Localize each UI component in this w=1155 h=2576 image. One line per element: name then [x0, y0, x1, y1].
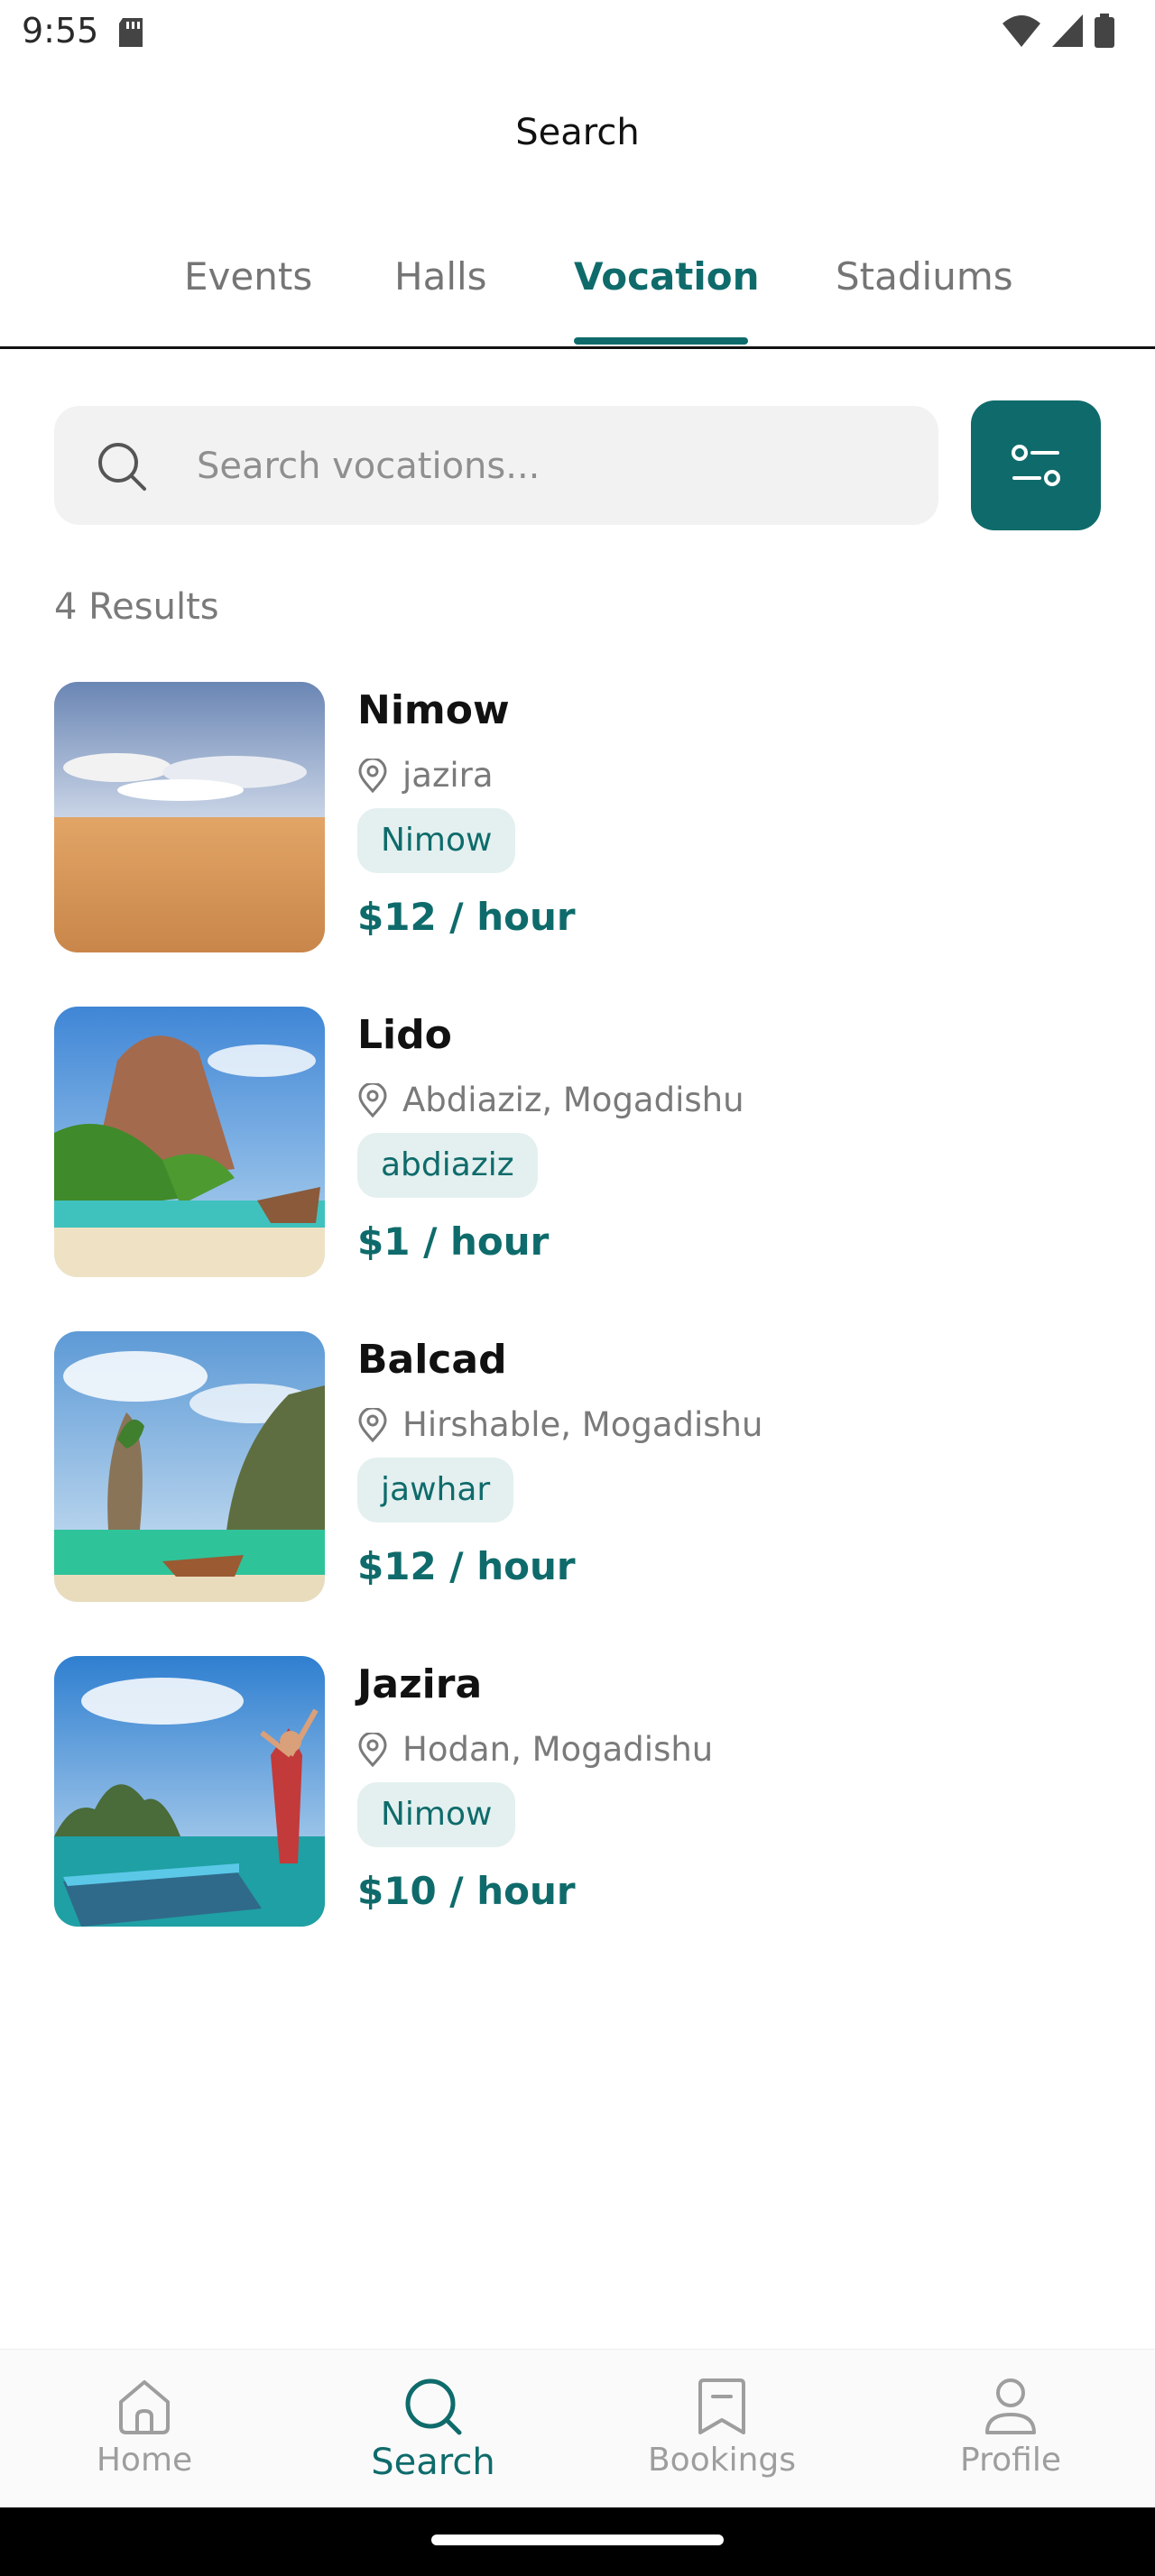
battery-icon: [1095, 14, 1114, 48]
venue-name: Nimow: [357, 687, 510, 733]
wifi-icon: [1003, 15, 1040, 47]
category-tabs: Events Halls Vocation Stadiums: [0, 238, 1155, 349]
filter-icon: [1012, 445, 1060, 486]
status-bar: 9:55: [0, 0, 1155, 65]
results-list: Nimow jazira Nimow $12 / hour Lido Abdia…: [54, 682, 1101, 1981]
nav-profile[interactable]: Profile: [920, 2377, 1101, 2479]
venue-price: $10 / hour: [357, 1869, 576, 1913]
venue-thumbnail: [54, 1331, 325, 1602]
location-row: Hodan, Mogadishu: [357, 1730, 713, 1769]
home-icon: [119, 2380, 170, 2434]
tab-events[interactable]: Events: [184, 254, 312, 299]
tab-vocation[interactable]: Vocation: [574, 254, 760, 299]
venue-name: Balcad: [357, 1337, 507, 1383]
search-icon: [405, 2378, 462, 2435]
location-row: jazira: [357, 756, 494, 795]
system-icons: [1002, 13, 1115, 49]
nav-profile-label: Profile: [960, 2442, 1061, 2479]
venue-name: Lido: [357, 1012, 452, 1058]
list-item[interactable]: Lido Abdiaziz, Mogadishu abdiaziz $1 / h…: [54, 1007, 1101, 1277]
home-gesture-handle[interactable]: [431, 2535, 724, 2545]
list-item[interactable]: Nimow jazira Nimow $12 / hour: [54, 682, 1101, 952]
page-title: Search: [515, 112, 640, 153]
venue-tag: jawhar: [357, 1458, 514, 1523]
venue-location: Abdiaziz, Mogadishu: [402, 1081, 744, 1119]
search-bar[interactable]: [54, 406, 938, 525]
signal-icon: [1052, 14, 1083, 47]
venue-price: $1 / hour: [357, 1219, 550, 1264]
list-item[interactable]: Jazira Hodan, Mogadishu Nimow $10 / hour: [54, 1656, 1101, 1927]
venue-price: $12 / hour: [357, 895, 576, 939]
bottom-navigation: Home Search Bookings Profile: [0, 2349, 1155, 2508]
person-icon: [985, 2378, 1036, 2434]
venue-location: Hodan, Mogadishu: [402, 1730, 714, 1769]
list-item[interactable]: Balcad Hirshable, Mogadishu jawhar $12 /…: [54, 1331, 1101, 1602]
system-gesture-bar: [0, 2507, 1155, 2576]
status-time: 9:55: [22, 11, 99, 51]
nav-search-label: Search: [371, 2442, 495, 2483]
filter-button[interactable]: [971, 400, 1101, 530]
results-count: 4 Results: [54, 586, 219, 628]
search-input[interactable]: [195, 429, 902, 503]
venue-name: Jazira: [357, 1661, 483, 1707]
venue-tag: Nimow: [357, 1782, 516, 1847]
tab-halls[interactable]: Halls: [394, 254, 487, 299]
location-row: Hirshable, Mogadishu: [357, 1405, 762, 1444]
bookmark-icon: [698, 2378, 745, 2434]
tab-stadiums[interactable]: Stadiums: [836, 254, 1013, 299]
location-pin-icon: [358, 758, 387, 793]
nav-home[interactable]: Home: [54, 2377, 235, 2479]
venue-location: Hirshable, Mogadishu: [402, 1405, 763, 1444]
location-pin-icon: [358, 1407, 387, 1442]
venue-thumbnail: [54, 1656, 325, 1927]
sd-card-icon: [119, 18, 143, 47]
nav-bookings[interactable]: Bookings: [632, 2377, 812, 2479]
active-tab-indicator: [574, 337, 748, 345]
venue-location: jazira: [402, 756, 494, 795]
venue-thumbnail: [54, 682, 325, 952]
location-pin-icon: [358, 1082, 387, 1118]
nav-home-label: Home: [96, 2442, 193, 2479]
nav-search[interactable]: Search: [343, 2377, 523, 2483]
venue-thumbnail: [54, 1007, 325, 1277]
location-pin-icon: [358, 1732, 387, 1767]
search-icon: [98, 443, 146, 491]
location-row: Abdiaziz, Mogadishu: [357, 1081, 744, 1119]
nav-bookings-label: Bookings: [647, 2442, 797, 2479]
venue-tag: Nimow: [357, 808, 516, 873]
venue-price: $12 / hour: [357, 1544, 576, 1588]
venue-tag: abdiaziz: [357, 1133, 538, 1198]
